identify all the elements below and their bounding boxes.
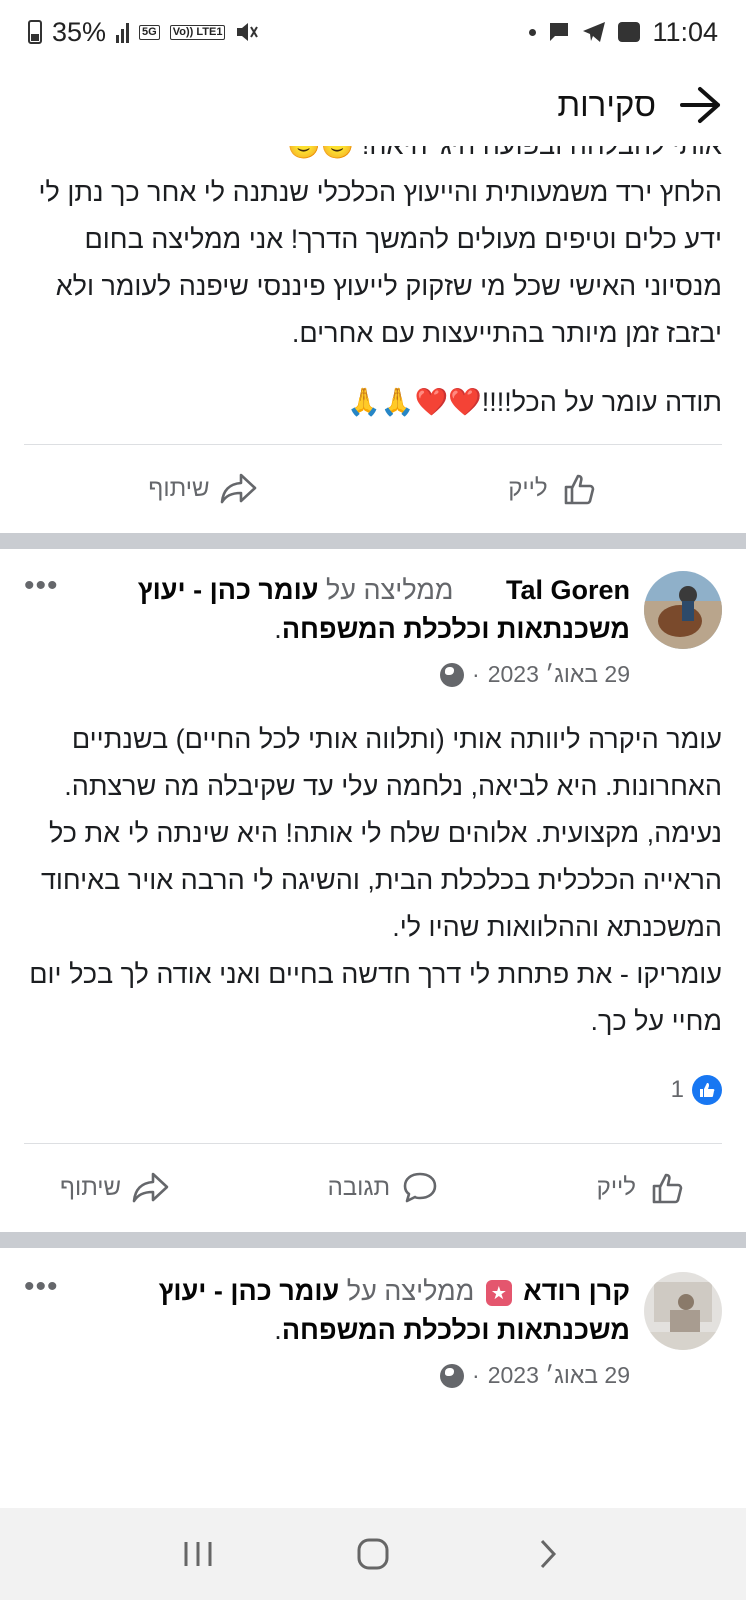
signal-icon	[116, 21, 130, 43]
battery-level: 35%	[52, 16, 107, 47]
status-bar: 35% 5G Vo)) LTE1 11:04	[0, 0, 746, 64]
post-header: Tal Goren ממליצה על עומר כהן - יעוץ משכנ…	[0, 549, 746, 694]
system-nav-bar	[0, 1508, 746, 1600]
clock: 11:04	[652, 16, 718, 47]
share-label: שיתוף	[148, 475, 210, 502]
notification-dot-icon	[529, 28, 537, 36]
card-separator	[0, 533, 746, 549]
mute-icon	[237, 23, 259, 41]
post-date[interactable]: 29 באוג׳ 2023	[488, 1356, 630, 1395]
comment-label: תגובה	[327, 1174, 391, 1201]
home-icon	[357, 1538, 389, 1570]
action-row: לייק שיתוף	[0, 445, 746, 533]
top-fan-badge-icon: ★	[485, 1279, 512, 1306]
thumbs-up-icon	[652, 1173, 683, 1204]
globe-icon	[440, 662, 465, 687]
network-5g-badge: 5G	[139, 24, 160, 40]
review-card: אותי להבלחה ובפועה היג' היאה! 🙂🙂 הלחץ יר…	[0, 146, 746, 533]
comment-icon	[403, 1172, 437, 1203]
post-header-text: Tal Goren ממליצה על עומר כהן - יעוץ משכנ…	[73, 571, 630, 694]
review-card: Tal Goren ממליצה על עומר כהן - יעוץ משכנ…	[0, 549, 746, 1232]
like-label: לייק	[596, 1174, 636, 1201]
reactions-summary[interactable]: 1	[0, 1055, 746, 1125]
back-arrow-icon[interactable]	[678, 85, 722, 125]
review-card: קרן רודא ★ ממליצה על עומר כהן - יעוץ משכ…	[0, 1248, 746, 1395]
back-button[interactable]	[518, 1524, 578, 1584]
like-reaction-icon	[692, 1075, 722, 1105]
recent-apps-button[interactable]	[168, 1524, 228, 1584]
avatar-photo	[644, 1272, 722, 1350]
post-meta: 29 באוג׳ 2023 ·	[73, 1356, 630, 1395]
share-button[interactable]: שיתוף	[60, 1168, 171, 1208]
home-button[interactable]	[343, 1524, 403, 1584]
like-button[interactable]: לייק	[597, 1168, 686, 1208]
avatar-photo	[644, 571, 722, 649]
share-icon	[132, 1172, 169, 1203]
telegram-icon	[583, 22, 606, 42]
post-date[interactable]: 29 באוג׳ 2023	[488, 655, 630, 694]
meta-separator: ·	[472, 661, 480, 687]
recommends-verb: ממליצה על	[346, 1276, 475, 1306]
like-button[interactable]: לייק	[508, 469, 597, 509]
page-title: סקירות	[557, 86, 656, 123]
recommends-verb: ממליצה על	[325, 575, 454, 605]
post-meta: 29 באוג׳ 2023 ·	[73, 655, 630, 694]
avatar[interactable]	[644, 571, 722, 649]
status-right: 11:04	[529, 17, 718, 48]
more-options-icon[interactable]: •••	[24, 1272, 59, 1302]
share-icon	[221, 473, 257, 504]
review-text: הלחץ ירד משמעותית והייעוץ הכלכלי שנתנה ל…	[38, 177, 722, 348]
review-thanks: תודה עומר על הכל!!!!❤️❤️🙏🙏	[347, 387, 722, 417]
author-name[interactable]: Tal Goren	[506, 575, 630, 605]
globe-icon	[440, 1363, 465, 1388]
share-label: שיתוף	[60, 1174, 122, 1201]
like-label: לייק	[508, 475, 548, 502]
reviews-feed[interactable]: אותי להבלחה ובפועה היג' היאה! 🙂🙂 הלחץ יר…	[0, 146, 746, 1508]
review-text: עומר היקרה ליוותה אותי (ותלווה אותי לכל …	[40, 724, 722, 942]
recent-apps-icon	[184, 1542, 212, 1566]
like-count: 1	[670, 1076, 684, 1103]
meta-separator: ·	[472, 1362, 480, 1388]
status-left: 35% 5G Vo)) LTE1	[28, 17, 259, 48]
author-name[interactable]: קרן רודא	[523, 1276, 630, 1306]
review-text-2: עומריקו - את פתחת לי דרך חדשה בחיים ואני…	[29, 959, 722, 1036]
action-row: לייק תגובה שיתוף	[0, 1144, 746, 1232]
volte-badge: Vo)) LTE1	[169, 24, 226, 40]
review-text-partial: אותי להבלחה ובפועה היג' היאה! 🙂🙂	[0, 146, 746, 169]
chat-icon	[550, 23, 569, 41]
post-header-text: קרן רודא ★ ממליצה על עומר כהן - יעוץ משכ…	[73, 1272, 630, 1395]
share-button[interactable]: שיתוף	[148, 469, 259, 509]
back-chevron-icon	[541, 1539, 557, 1569]
gallery-icon	[618, 22, 641, 42]
app-header: סקירות	[0, 64, 746, 146]
card-separator	[0, 1232, 746, 1248]
battery-icon	[28, 20, 42, 44]
thumbs-up-icon	[564, 474, 594, 505]
more-options-icon[interactable]: •••	[24, 571, 59, 601]
avatar[interactable]	[644, 1272, 722, 1350]
post-header: קרן רודא ★ ממליצה על עומר כהן - יעוץ משכ…	[0, 1248, 746, 1395]
comment-button[interactable]: תגובה	[328, 1168, 441, 1208]
